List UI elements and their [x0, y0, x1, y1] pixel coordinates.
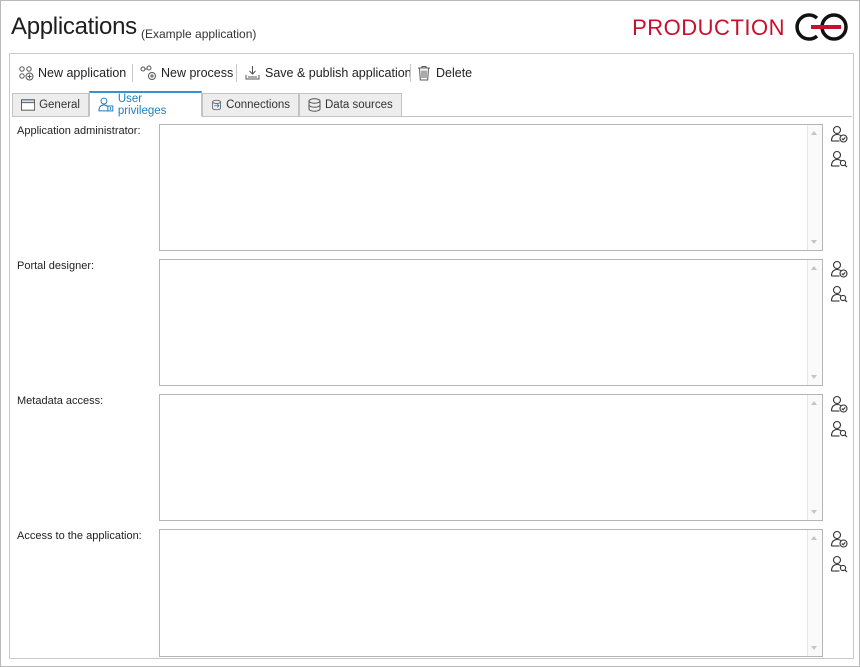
trash-icon [418, 66, 430, 81]
field-row-portal-designer: Portal designer: [12, 254, 852, 386]
tab-bar: General User privileges Connections Data… [12, 91, 852, 117]
scroll-up-icon[interactable] [811, 131, 817, 135]
new-application-button[interactable]: New application [18, 62, 126, 84]
application-administrator-field[interactable] [159, 124, 823, 251]
scroll-down-icon[interactable] [811, 510, 817, 514]
users-icon [98, 97, 114, 112]
user-privileges-panel: Application administrator: Portal design… [12, 116, 852, 658]
scrollbar[interactable] [807, 395, 822, 520]
delete-button[interactable]: Delete [416, 62, 472, 84]
save-publish-button[interactable]: Save & publish application [244, 62, 412, 84]
scroll-up-icon[interactable] [811, 266, 817, 270]
search-user-button[interactable] [829, 419, 849, 439]
add-user-button[interactable] [829, 124, 849, 144]
environment-label: PRODUCTION [632, 15, 785, 40]
scrollbar[interactable] [807, 260, 822, 385]
access-to-application-field[interactable] [159, 529, 823, 657]
toolbar-separator [236, 64, 237, 82]
search-user-icon [830, 285, 848, 303]
new-process-button[interactable]: New process [140, 62, 233, 84]
tab-label: User privileges [117, 92, 167, 117]
field-label: Application administrator: [17, 125, 141, 137]
field-row-access-to-application: Access to the application: [12, 524, 852, 657]
portal-designer-field[interactable] [159, 259, 823, 386]
save-publish-label: Save & publish application [265, 66, 412, 80]
tab-general[interactable]: General [12, 93, 89, 116]
new-application-label: New application [38, 66, 127, 80]
webcon-logo-icon [795, 13, 848, 41]
add-user-button[interactable] [829, 259, 849, 279]
add-user-button[interactable] [829, 529, 849, 549]
toolbar-separator [410, 64, 411, 82]
search-user-icon [830, 150, 848, 168]
add-user-icon [830, 395, 848, 413]
add-user-button[interactable] [829, 394, 849, 414]
add-user-icon [830, 125, 848, 143]
main-panel: New application New process Save & publi… [9, 53, 854, 659]
field-row-application-administrator: Application administrator: [12, 119, 852, 251]
toolbar: New application New process Save & publi… [10, 54, 853, 90]
scroll-up-icon[interactable] [811, 536, 817, 540]
database-icon [308, 98, 321, 112]
field-label: Metadata access: [17, 395, 104, 407]
scrollbar[interactable] [807, 530, 822, 656]
new-application-icon [19, 66, 34, 81]
tab-connections[interactable]: Connections [202, 93, 299, 116]
toolbar-separator [132, 64, 133, 82]
field-row-metadata-access: Metadata access: [12, 389, 852, 521]
metadata-access-field[interactable] [159, 394, 823, 521]
field-label: Access to the application: [17, 530, 142, 542]
search-user-button[interactable] [829, 284, 849, 304]
page-subtitle: (Example application) [141, 27, 257, 41]
save-publish-icon [245, 66, 260, 80]
add-user-icon [830, 530, 848, 548]
tab-label: Connections [226, 99, 290, 111]
new-process-label: New process [161, 66, 234, 80]
window-icon [21, 99, 36, 111]
scroll-down-icon[interactable] [811, 240, 817, 244]
scroll-down-icon[interactable] [811, 646, 817, 650]
field-label: Portal designer: [17, 260, 95, 272]
search-user-button[interactable] [829, 554, 849, 574]
application-window: Applications (Example application) PRODU… [0, 0, 860, 667]
connections-icon [212, 99, 221, 111]
page-title: Applications [11, 13, 137, 40]
delete-label: Delete [436, 66, 473, 80]
search-user-icon [830, 420, 848, 438]
scroll-down-icon[interactable] [811, 375, 817, 379]
scrollbar[interactable] [807, 125, 822, 250]
add-user-icon [830, 260, 848, 278]
tab-label: Data sources [325, 99, 393, 111]
search-user-icon [830, 555, 848, 573]
tab-data-sources[interactable]: Data sources [299, 93, 402, 116]
tab-label: General [39, 99, 80, 111]
search-user-button[interactable] [829, 149, 849, 169]
tab-user-privileges[interactable]: User privileges [89, 91, 202, 117]
page-header: Applications (Example application) PRODU… [11, 11, 851, 45]
new-process-icon [140, 65, 156, 80]
scroll-up-icon[interactable] [811, 401, 817, 405]
